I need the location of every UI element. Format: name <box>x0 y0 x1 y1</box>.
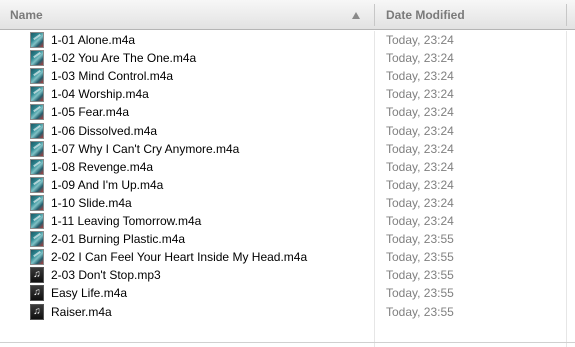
music-note-icon: ♫ <box>30 285 44 302</box>
file-date-modified: Today, 23:55 <box>386 250 454 265</box>
file-date-modified: Today, 23:24 <box>386 51 454 66</box>
file-name: 1-09 And I'm Up.m4a <box>51 177 164 192</box>
file-date-modified: Today, 23:55 <box>386 268 454 283</box>
album-art-icon <box>30 194 44 211</box>
album-art-icon <box>30 231 44 248</box>
file-name: 2-02 I Can Feel Your Heart Inside My Hea… <box>51 250 308 265</box>
file-row[interactable]: 1-10 Slide.m4a Today, 23:24 <box>0 194 575 212</box>
date-modified-column-label: Date Modified <box>386 8 465 22</box>
file-name: 1-01 Alone.m4a <box>51 33 136 47</box>
column-header-bar: Name Date Modified <box>0 0 575 30</box>
file-date-modified: Today, 23:24 <box>386 159 454 174</box>
date-modified-column-header[interactable]: Date Modified <box>386 0 566 30</box>
file-name: 2-01 Burning Plastic.m4a <box>51 232 186 247</box>
file-row[interactable]: 1-03 Mind Control.m4a Today, 23:24 <box>0 67 575 85</box>
file-row[interactable]: 1-02 You Are The One.m4a Today, 23:24 <box>0 49 575 67</box>
file-date-modified: Today, 23:24 <box>386 141 454 156</box>
file-date-modified: Today, 23:24 <box>386 123 454 138</box>
column-divider[interactable] <box>374 4 375 26</box>
file-row[interactable]: 1-06 Dissolved.m4a Today, 23:24 <box>0 122 575 140</box>
column-divider[interactable] <box>566 4 567 26</box>
file-row[interactable]: 2-02 I Can Feel Your Heart Inside My Hea… <box>0 248 575 266</box>
file-name: 1-11 Leaving Tomorrow.m4a <box>51 214 202 228</box>
file-row[interactable]: 1-08 Revenge.m4a Today, 23:24 <box>0 158 575 176</box>
album-art-icon <box>30 86 44 103</box>
file-row[interactable]: 1-11 Leaving Tomorrow.m4a Today, 23:24 <box>0 212 575 230</box>
file-row[interactable]: 1-04 Worship.m4a Today, 23:24 <box>0 85 575 103</box>
file-name: 1-06 Dissolved.m4a <box>51 123 158 138</box>
file-date-modified: Today, 23:55 <box>386 286 454 301</box>
album-art-icon <box>30 140 44 157</box>
name-column-header[interactable]: Name <box>10 0 360 30</box>
file-date-modified: Today, 23:24 <box>386 105 454 120</box>
file-date-modified: Today, 23:24 <box>386 214 454 228</box>
file-name: 1-08 Revenge.m4a <box>51 159 154 174</box>
album-art-icon <box>30 32 44 48</box>
album-art-icon <box>30 50 44 67</box>
file-row[interactable]: ♫ Easy Life.m4a Today, 23:55 <box>0 284 575 302</box>
album-art-icon <box>30 249 44 266</box>
file-name: 1-07 Why I Can't Cry Anymore.m4a <box>51 141 240 156</box>
file-date-modified: Today, 23:24 <box>386 195 454 210</box>
file-date-modified: Today, 23:55 <box>386 304 454 319</box>
album-art-icon <box>30 213 44 229</box>
file-name: 1-02 You Are The One.m4a <box>51 51 197 66</box>
file-name: 1-03 Mind Control.m4a <box>51 69 174 84</box>
album-art-icon <box>30 104 44 121</box>
file-name: 1-10 Slide.m4a <box>51 195 132 210</box>
album-art-icon <box>30 68 44 85</box>
music-note-icon: ♫ <box>30 303 44 320</box>
album-art-icon <box>30 122 44 139</box>
file-name: Easy Life.m4a <box>51 286 128 301</box>
file-row[interactable]: 1-01 Alone.m4a Today, 23:24 <box>0 31 575 49</box>
sort-ascending-icon[interactable] <box>352 12 360 19</box>
file-name: Raiser.m4a <box>51 304 112 319</box>
name-column-label: Name <box>10 8 43 22</box>
file-name: 2-03 Don't Stop.mp3 <box>51 268 161 283</box>
music-note-icon: ♫ <box>30 267 44 284</box>
file-date-modified: Today, 23:24 <box>386 69 454 84</box>
file-row[interactable]: 1-09 And I'm Up.m4a Today, 23:24 <box>0 176 575 194</box>
file-row[interactable]: 1-07 Why I Can't Cry Anymore.m4a Today, 2… <box>0 140 575 158</box>
file-row[interactable]: ♫ Raiser.m4a Today, 23:55 <box>0 303 575 321</box>
file-date-modified: Today, 23:55 <box>386 232 454 247</box>
file-date-modified: Today, 23:24 <box>386 33 454 47</box>
file-name: 1-04 Worship.m4a <box>51 87 149 102</box>
file-date-modified: Today, 23:24 <box>386 177 454 192</box>
list-bottom-border <box>0 342 575 343</box>
album-art-icon <box>30 158 44 175</box>
file-date-modified: Today, 23:24 <box>386 87 454 102</box>
file-name: 1-05 Fear.m4a <box>51 105 130 120</box>
file-row[interactable]: ♫ 2-03 Don't Stop.mp3 Today, 23:55 <box>0 266 575 284</box>
file-row[interactable]: 2-01 Burning Plastic.m4a Today, 23:55 <box>0 230 575 248</box>
album-art-icon <box>30 176 44 193</box>
file-row[interactable]: 1-05 Fear.m4a Today, 23:24 <box>0 103 575 121</box>
